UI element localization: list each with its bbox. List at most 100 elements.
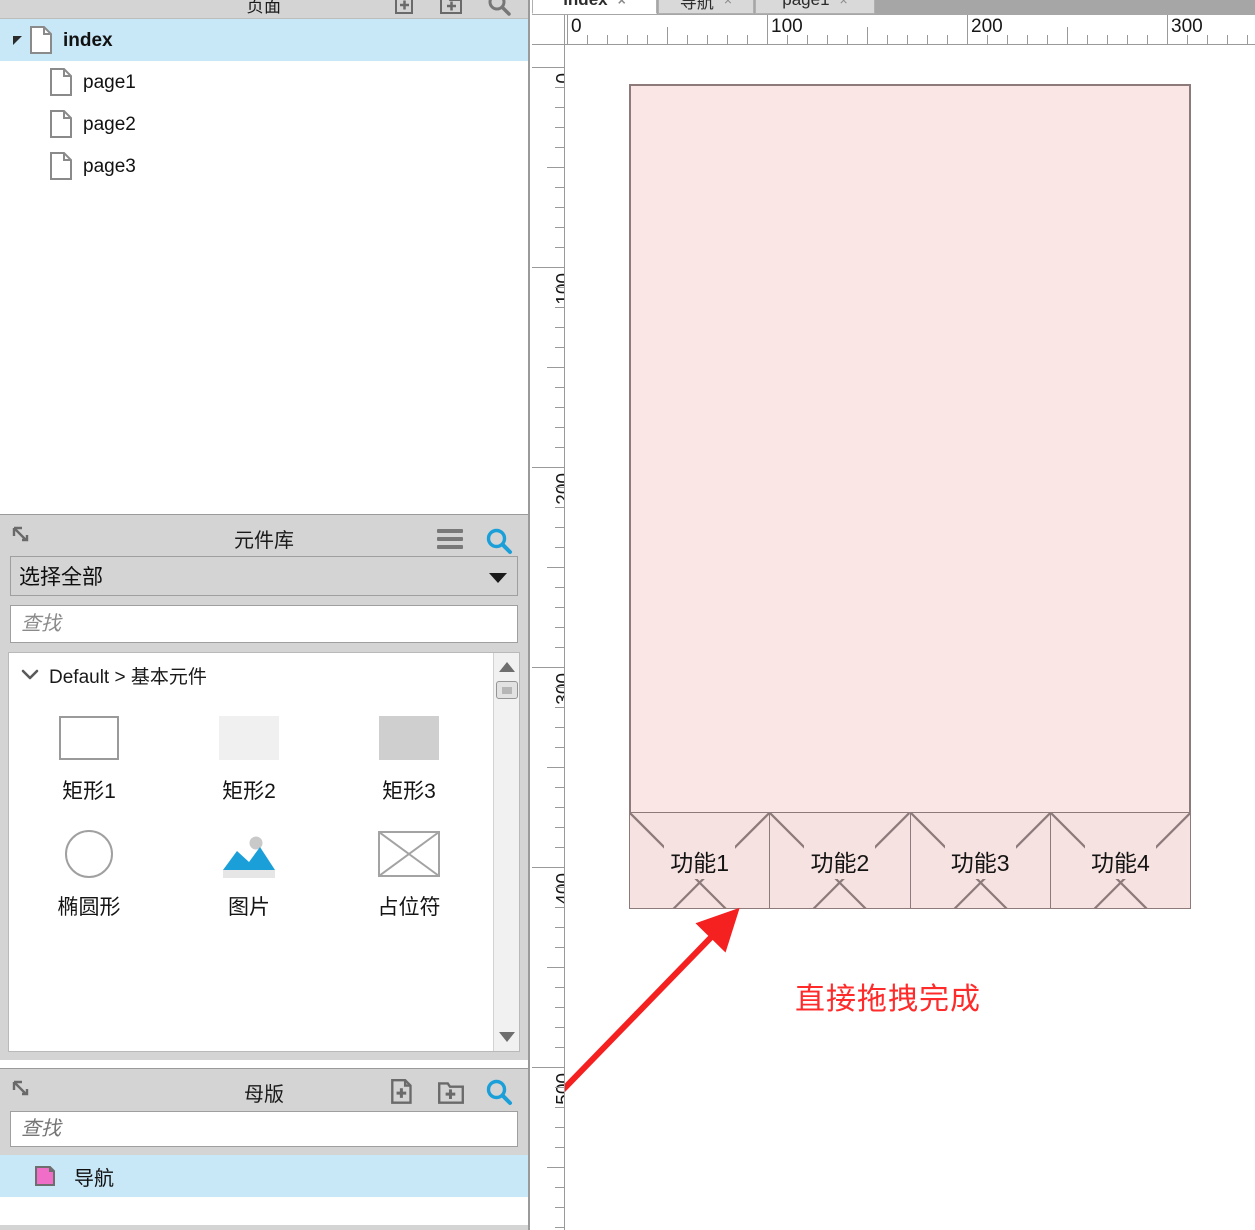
vertical-ruler[interactable]: 0 100 200 300 400 500	[532, 45, 565, 1230]
ruler-tick	[532, 67, 564, 68]
ruler-tick	[555, 907, 564, 908]
ruler-tick	[555, 1027, 564, 1028]
close-icon[interactable]: ×	[618, 0, 626, 8]
expand-triangle-icon[interactable]	[6, 35, 28, 45]
hamburger-menu-icon[interactable]	[437, 529, 463, 553]
page-background-shape[interactable]	[629, 84, 1191, 859]
scroll-up-arrow-icon[interactable]	[499, 662, 515, 672]
widget-group-header[interactable]: Default > 基本元件	[9, 653, 519, 697]
ruler-tick	[555, 887, 564, 888]
widget-item-label: 矩形2	[222, 780, 276, 803]
widget-item-image[interactable]: 图片	[169, 805, 329, 921]
library-select[interactable]: 选择全部	[10, 556, 518, 596]
rectangle-gray-fill-icon	[378, 715, 440, 761]
nav-cell-2[interactable]: 功能2	[770, 813, 911, 908]
ruler-tick	[547, 967, 564, 968]
masters-list: 导航	[0, 1155, 528, 1225]
ruler-tick	[667, 27, 668, 44]
ruler-tick	[1107, 35, 1108, 44]
ruler-tick	[1207, 35, 1208, 44]
ruler-tick	[547, 567, 564, 568]
ruler-label: 0	[571, 16, 582, 37]
tab-nav[interactable]: 导航 ×	[658, 0, 754, 14]
widget-item-label: 矩形1	[62, 780, 116, 803]
ruler-tick	[532, 267, 564, 268]
ruler-tick	[1087, 35, 1088, 44]
ruler-tick	[555, 607, 564, 608]
widget-item-placeholder[interactable]: 占位符	[329, 805, 489, 921]
ruler-tick	[555, 827, 564, 828]
ruler-tick	[1187, 35, 1188, 44]
rectangle-light-fill-icon	[218, 715, 280, 761]
tree-item-label: page2	[83, 113, 136, 135]
ruler-tick	[1007, 35, 1008, 44]
ruler-tick	[555, 627, 564, 628]
horizontal-ruler[interactable]: 0 100 200 300	[532, 15, 1255, 45]
scroll-down-arrow-icon[interactable]	[499, 1032, 515, 1042]
tab-index[interactable]: index ×	[532, 0, 657, 14]
close-icon[interactable]: ×	[840, 0, 848, 8]
add-folder-icon[interactable]	[436, 1077, 466, 1112]
nav-cell-3[interactable]: 功能3	[910, 813, 1051, 908]
add-page-icon[interactable]	[392, 0, 418, 22]
nav-cell-1[interactable]: 功能1	[630, 813, 771, 908]
search-icon[interactable]	[484, 1077, 514, 1112]
ruler-tick	[555, 307, 564, 308]
ruler-label: 100	[554, 273, 565, 305]
tree-item-page3[interactable]: page3	[0, 145, 528, 187]
ruler-tick	[555, 147, 564, 148]
nav-cell-4[interactable]: 功能4	[1050, 813, 1190, 908]
chevron-down-icon[interactable]	[17, 662, 43, 688]
nav-master-instance[interactable]: 功能1 功能2 功能3 功能4	[629, 812, 1191, 909]
nav-cell-label: 功能1	[664, 842, 736, 879]
widget-search-box[interactable]	[10, 605, 518, 643]
ruler-tick	[555, 847, 564, 848]
tree-item-label: index	[63, 29, 113, 51]
widget-item-ellipse[interactable]: 椭圆形	[9, 805, 169, 921]
ruler-tick	[867, 27, 868, 44]
ruler-tick	[532, 467, 564, 468]
tab-label: 导航	[679, 0, 714, 12]
ruler-tick	[1067, 27, 1068, 44]
page-icon	[48, 67, 74, 97]
ruler-tick	[555, 387, 564, 388]
nav-cell-label: 功能3	[944, 842, 1016, 879]
ruler-tick	[555, 1187, 564, 1188]
ruler-tick	[555, 787, 564, 788]
tree-item-label: page1	[83, 71, 136, 93]
annotation-text: 直接拖拽完成	[795, 983, 981, 1016]
widget-search-input[interactable]	[19, 611, 517, 637]
widget-item-rect1[interactable]: 矩形1	[9, 703, 169, 805]
ruler-label: 200	[971, 16, 1003, 37]
ruler-tick	[555, 747, 564, 748]
widget-library-scrollbar[interactable]	[493, 653, 519, 1051]
ruler-tick	[555, 447, 564, 448]
master-item-nav[interactable]: 导航	[0, 1155, 528, 1197]
ruler-tick	[1047, 35, 1048, 44]
ruler-tick	[627, 35, 628, 44]
add-master-icon[interactable]	[388, 1077, 418, 1112]
ruler-tick	[555, 947, 564, 948]
ruler-tick	[555, 207, 564, 208]
ruler-tick	[555, 327, 564, 328]
tab-page1[interactable]: page1 ×	[755, 0, 875, 14]
tree-item-page1[interactable]: page1	[0, 61, 528, 103]
masters-search-input[interactable]	[19, 1116, 517, 1142]
close-icon[interactable]: ×	[724, 0, 732, 8]
master-icon	[34, 1164, 62, 1188]
ruler-tick	[555, 1107, 564, 1108]
widget-item-rect2[interactable]: 矩形2	[169, 703, 329, 805]
ruler-tick	[987, 35, 988, 44]
design-canvas[interactable]: 功能1 功能2 功能3 功能4 直接拖拽完成	[565, 45, 1255, 1230]
widget-item-rect3[interactable]: 矩形3	[329, 703, 489, 805]
ruler-tick	[547, 367, 564, 368]
ruler-tick	[555, 707, 564, 708]
ruler-tick	[555, 1207, 564, 1208]
scrollbar-thumb[interactable]	[496, 681, 518, 699]
ruler-tick	[555, 1007, 564, 1008]
masters-search-box[interactable]	[10, 1111, 518, 1147]
tree-item-page2[interactable]: page2	[0, 103, 528, 145]
tree-item-index[interactable]: index	[0, 19, 528, 61]
search-icon[interactable]	[486, 0, 512, 22]
add-folder-icon[interactable]	[438, 0, 464, 22]
